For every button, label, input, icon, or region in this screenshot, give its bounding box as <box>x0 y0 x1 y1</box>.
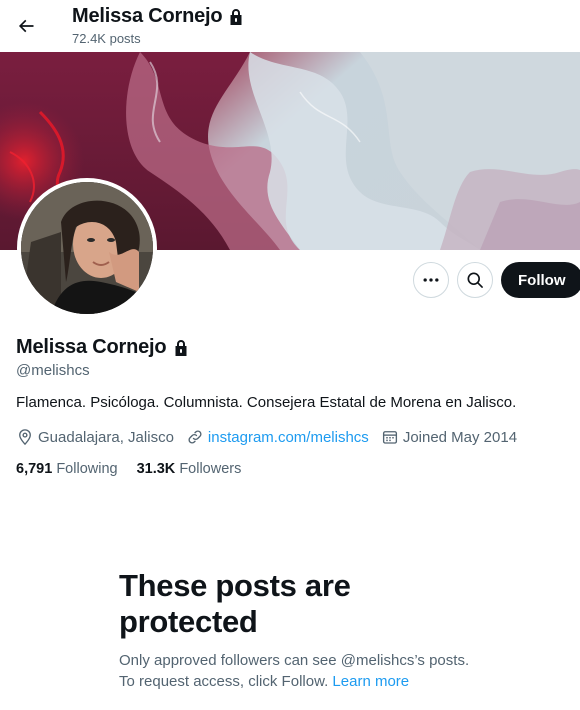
following-label: Following <box>56 461 118 477</box>
profile-name-text: Melissa Cornejo <box>16 336 167 358</box>
website-item[interactable]: instagram.com/melishcs <box>186 428 369 446</box>
back-button[interactable] <box>8 8 44 44</box>
followers-count: 31.3K <box>136 461 176 477</box>
protected-desc-line2: To request access, click Follow. <box>119 673 333 690</box>
follow-counts: 6,791 Following 31.3K Followers <box>16 461 260 477</box>
profile-meta: Guadalajara, Jalisco instagram.com/melis… <box>16 428 529 446</box>
header-title: Melissa Cornejo <box>72 5 244 28</box>
search-button[interactable] <box>457 262 493 298</box>
more-button[interactable] <box>413 262 449 298</box>
link-icon <box>188 430 202 444</box>
joined-item: Joined May 2014 <box>381 428 517 446</box>
location-pin-icon <box>19 429 31 446</box>
protected-desc-line2-wrap: To request access, click Follow. Learn m… <box>119 671 519 692</box>
profile-handle: @melishcs <box>16 362 90 379</box>
back-arrow-icon <box>18 19 34 33</box>
learn-more-link[interactable]: Learn more <box>332 673 409 690</box>
more-icon <box>423 278 439 282</box>
profile-bio: Flamenca. Psicóloga. Columnista. Conseje… <box>16 394 517 411</box>
followers-label: Followers <box>179 461 242 477</box>
location-item: Guadalajara, Jalisco <box>16 428 174 446</box>
posts-count: 72.4K posts <box>72 31 141 46</box>
avatar[interactable] <box>17 178 157 318</box>
location-text: Guadalajara, Jalisco <box>38 428 174 446</box>
protected-title: These posts are protected <box>119 568 351 639</box>
top-bar: Melissa Cornejo 72.4K posts <box>0 0 580 52</box>
joined-text: Joined May 2014 <box>402 428 518 446</box>
search-icon <box>467 272 483 288</box>
profile-name: Melissa Cornejo <box>16 336 189 359</box>
protected-description: Only approved followers can see @melishc… <box>119 650 519 692</box>
lock-icon <box>175 339 187 356</box>
following-link[interactable]: 6,791 Following <box>16 461 118 477</box>
followers-link[interactable]: 31.3K Followers <box>137 461 242 477</box>
header-name: Melissa Cornejo <box>72 5 223 27</box>
following-count: 6,791 <box>16 461 53 477</box>
protected-desc-line1: Only approved followers can see @melishc… <box>119 652 470 669</box>
website-link[interactable]: instagram.com/melishcs <box>208 429 369 446</box>
lock-icon <box>230 8 242 25</box>
calendar-icon <box>382 431 397 444</box>
follow-button[interactable]: Follow <box>501 262 580 298</box>
